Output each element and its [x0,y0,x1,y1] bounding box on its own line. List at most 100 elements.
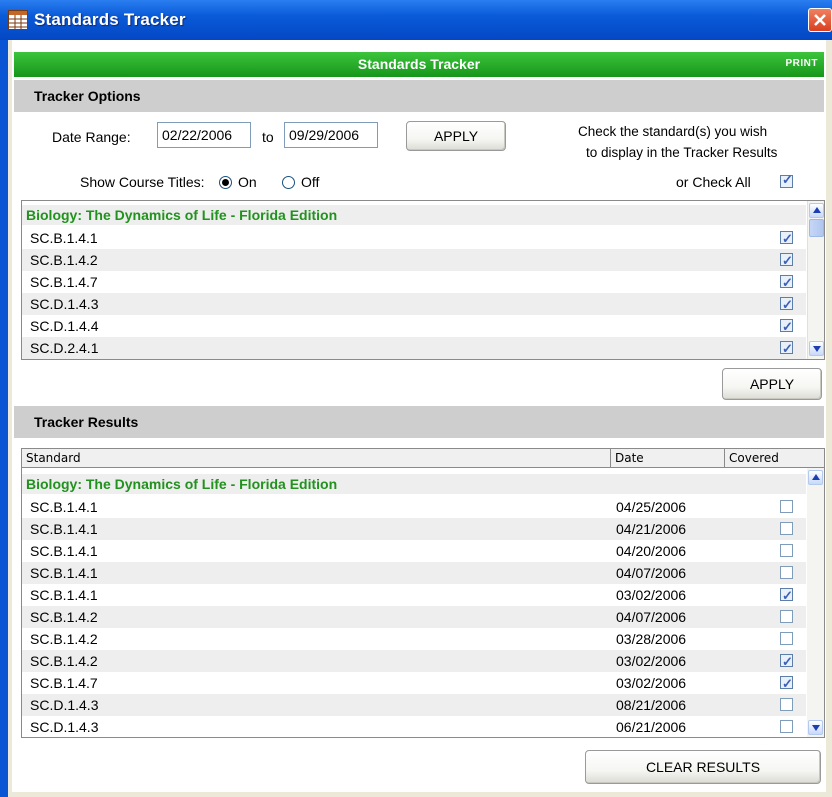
result-standard: SC.B.1.4.1 [30,543,98,559]
show-titles-on-label: On [238,174,257,190]
to-date-input[interactable] [284,122,378,148]
result-date: 03/28/2006 [616,631,687,647]
covered-checkbox[interactable] [780,500,793,513]
covered-checkbox[interactable] [780,673,793,695]
standard-checkbox[interactable] [780,250,793,272]
apply-date-button[interactable]: APPLY [406,121,506,151]
page-title: Standards Tracker [357,56,481,72]
standard-code: SC.B.1.4.7 [30,274,98,290]
apply-standards-button[interactable]: APPLY [722,368,822,400]
tracker-options-header: Tracker Options [14,80,824,112]
table-row: SC.B.1.4.1 04/21/2006 [22,518,806,540]
covered-checkbox[interactable] [780,720,793,733]
tracker-options-title: Tracker Options [34,88,141,104]
window-frame-bottom [8,792,832,797]
from-date-input[interactable] [157,122,251,148]
covered-checkbox[interactable] [780,544,793,557]
tracker-results-title: Tracker Results [34,414,139,430]
result-standard: SC.B.1.4.1 [30,565,98,581]
table-row: SC.B.1.4.1 03/02/2006 [22,584,806,607]
result-date: 06/21/2006 [616,719,687,735]
covered-checkbox[interactable] [780,566,793,579]
window-titlebar[interactable]: Standards Tracker [0,0,832,40]
standard-code: SC.B.1.4.1 [30,230,98,246]
column-header-date[interactable]: Date [611,449,725,468]
covered-checkbox[interactable] [780,610,793,623]
result-standard: SC.B.1.4.2 [30,609,98,625]
result-standard: SC.B.1.4.2 [30,631,98,647]
window-frame-right [826,40,832,797]
tracker-results-header: Tracker Results [14,406,824,438]
window-frame-left-inner [8,40,12,797]
to-label: to [262,129,274,145]
standard-row: SC.B.1.4.1 [22,227,806,250]
standard-checkbox[interactable] [780,316,793,338]
table-row: SC.B.1.4.1 04/25/2006 [22,496,806,518]
grid-icon [8,10,28,30]
results-scroll-down-icon[interactable] [808,720,823,735]
standard-checkbox[interactable] [780,272,793,294]
standard-row: SC.D.2.4.1 [22,337,806,359]
window-frame-left [0,40,8,797]
table-row: SC.B.1.4.1 04/07/2006 [22,562,806,584]
standard-checkbox[interactable] [780,338,793,359]
covered-checkbox[interactable] [780,698,793,711]
results-table: Standard Date Covered Biology: The Dynam… [21,448,825,738]
result-date: 04/20/2006 [616,543,687,559]
result-standard: SC.B.1.4.1 [30,499,98,515]
check-all-checkbox[interactable] [780,172,793,188]
standard-row: SC.B.1.4.2 [22,249,806,272]
result-standard: SC.B.1.4.2 [30,653,98,669]
page-header: Standards Tracker PRINT [14,52,824,77]
covered-checkbox[interactable] [780,632,793,645]
result-date: 04/07/2006 [616,609,687,625]
hint-line-2: to display in the Tracker Results [586,145,778,160]
covered-checkbox[interactable] [780,522,793,535]
standards-scroll-thumb[interactable] [809,219,824,237]
standards-group-title: Biology: The Dynamics of Life - Florida … [22,205,806,225]
window-title: Standards Tracker [34,10,186,29]
show-titles-off-label: Off [301,174,320,190]
column-header-covered[interactable]: Covered [725,449,824,468]
table-row: SC.D.1.4.3 06/21/2006 [22,716,806,737]
standard-row: SC.D.1.4.4 [22,315,806,338]
standards-scrollbar[interactable] [807,201,824,359]
standard-code: SC.B.1.4.2 [30,252,98,268]
show-titles-off-radio[interactable] [282,176,295,189]
results-scrollbar[interactable] [807,468,824,737]
results-scroll-up-icon[interactable] [808,470,823,485]
table-row: SC.B.1.4.2 04/07/2006 [22,606,806,628]
scroll-down-icon[interactable] [809,341,824,356]
standards-list: Biology: The Dynamics of Life - Florida … [21,200,825,360]
result-standard: SC.B.1.4.1 [30,587,98,603]
scroll-up-icon[interactable] [809,203,824,218]
standard-checkbox[interactable] [780,294,793,316]
table-row: SC.B.1.4.2 03/02/2006 [22,650,806,673]
print-link[interactable]: PRINT [786,58,819,69]
column-header-standard[interactable]: Standard [22,449,611,468]
result-date: 03/02/2006 [616,653,687,669]
result-date: 04/25/2006 [616,499,687,515]
covered-checkbox[interactable] [780,585,793,607]
date-range-label: Date Range: [52,129,131,145]
hint-line-1: Check the standard(s) you wish [578,124,768,139]
table-row: SC.B.1.4.7 03/02/2006 [22,672,806,695]
result-date: 08/21/2006 [616,697,687,713]
covered-checkbox[interactable] [780,651,793,673]
result-date: 04/07/2006 [616,565,687,581]
clear-results-button[interactable]: CLEAR RESULTS [585,750,821,784]
standard-code: SC.D.1.4.3 [30,296,99,312]
table-row: SC.B.1.4.2 03/28/2006 [22,628,806,650]
result-standard: SC.B.1.4.1 [30,521,98,537]
close-button[interactable] [808,8,832,32]
show-titles-on-radio[interactable] [219,176,232,189]
results-group-title: Biology: The Dynamics of Life - Florida … [22,474,806,494]
standard-checkbox[interactable] [780,228,793,250]
result-date: 04/21/2006 [616,521,687,537]
standard-row: SC.B.1.4.7 [22,271,806,294]
table-row: SC.D.1.4.3 08/21/2006 [22,694,806,716]
table-row: SC.B.1.4.1 04/20/2006 [22,540,806,562]
standard-code: SC.D.2.4.1 [30,340,99,356]
result-standard: SC.D.1.4.3 [30,697,99,713]
result-standard: SC.D.1.4.3 [30,719,99,735]
